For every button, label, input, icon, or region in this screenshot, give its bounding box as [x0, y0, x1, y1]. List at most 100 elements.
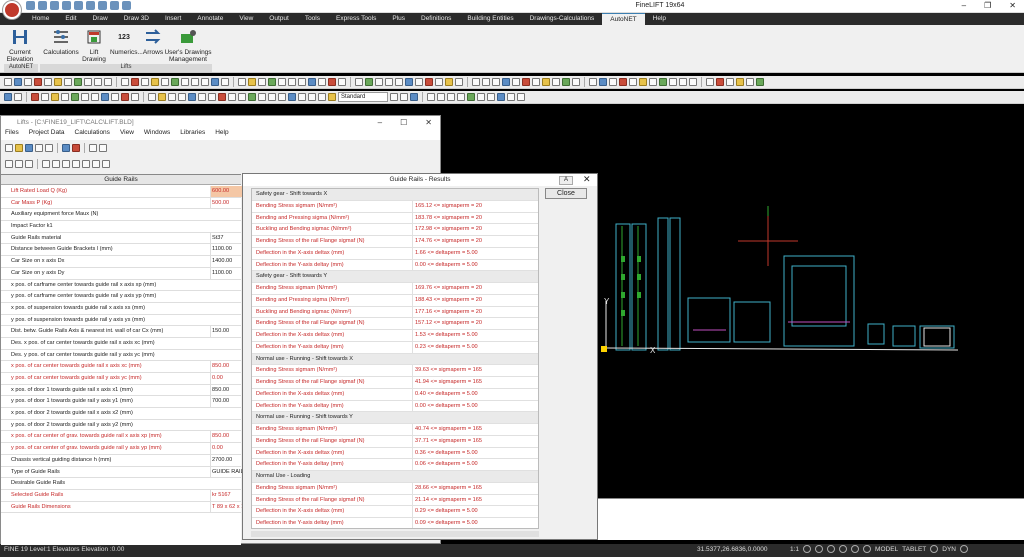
table-row[interactable]: Type of Guide Rails GUIDE RAILS	[1, 466, 242, 479]
dyn-toggle[interactable]: DYN	[942, 546, 956, 553]
offset-icon[interactable]	[238, 93, 246, 101]
table-row[interactable]: y pos. of car center towards guide rail …	[1, 373, 241, 385]
cad-tool-icon[interactable]	[211, 78, 219, 86]
row-value[interactable]: 700.00	[210, 396, 242, 408]
ribbon-tab[interactable]: Output	[261, 13, 297, 25]
cad-tool-icon[interactable]	[151, 78, 159, 86]
ribbon-tab[interactable]: Plus	[384, 13, 413, 25]
ribbon-tab[interactable]: Insert	[157, 13, 189, 25]
list-view-icon[interactable]	[15, 159, 23, 168]
table-row[interactable]: y pos. of car center of grav. towards gu…	[1, 443, 241, 455]
cad-tool-icon[interactable]	[121, 78, 129, 86]
table-view-icon[interactable]	[25, 159, 33, 168]
cad-tool-icon[interactable]	[689, 78, 697, 86]
cad-tool-icon[interactable]	[34, 78, 42, 86]
snap-icon[interactable]	[803, 545, 812, 553]
cad-tool-icon[interactable]	[502, 78, 510, 86]
tablet-toggle[interactable]: TABLET	[902, 546, 926, 553]
cad-tool-icon[interactable]	[54, 78, 62, 86]
ribbon-tab[interactable]: Draw	[85, 13, 116, 25]
row-value[interactable]: 1100.00	[210, 267, 242, 279]
array-icon[interactable]	[258, 93, 266, 101]
table-row[interactable]: Impact Factor k1	[1, 221, 241, 233]
render-icon[interactable]	[467, 93, 475, 101]
mirror-icon[interactable]	[248, 93, 256, 101]
cad-tool-icon[interactable]	[482, 78, 490, 86]
close-icon[interactable]: ✕	[583, 174, 591, 185]
table-row[interactable]: Selected Guide Rails kr 5167	[1, 489, 241, 502]
cad-tool-icon[interactable]	[609, 78, 617, 86]
misc-tool-icon[interactable]	[517, 93, 525, 101]
ribbon-tab[interactable]: Drawings-Calculations	[522, 13, 603, 25]
table-row[interactable]: x pos. of car center towards guide rail …	[1, 361, 241, 373]
arrows-button[interactable]: Arrows	[142, 27, 164, 56]
table-row[interactable]: Guide Rails material St37	[1, 232, 242, 245]
dimstyle-icon[interactable]	[390, 93, 398, 101]
text-style-select[interactable]: Standard	[338, 92, 388, 102]
leader-icon[interactable]	[158, 93, 166, 101]
table-row[interactable]: Chassis vertical guiding distance h (mm)…	[1, 454, 242, 467]
trim-icon[interactable]	[121, 93, 129, 101]
ribbon-tab[interactable]: Tools	[297, 13, 328, 25]
zoom-in-icon[interactable]	[42, 159, 50, 168]
cad-tool-icon[interactable]	[64, 78, 72, 86]
ribbon-tab[interactable]: View	[231, 13, 261, 25]
minimize-icon[interactable]: –	[962, 1, 966, 10]
dimension-icon[interactable]	[148, 93, 156, 101]
cad-tool-icon[interactable]	[94, 78, 102, 86]
pan-icon[interactable]	[82, 159, 90, 168]
cad-tool-icon[interactable]	[395, 78, 403, 86]
table-row[interactable]: x pos. of suspension towards guide rail …	[1, 303, 241, 315]
cad-tool-icon[interactable]	[589, 78, 597, 86]
ribbon-tab[interactable]: Draw 3D	[116, 13, 157, 25]
settings-icon[interactable]	[960, 545, 968, 553]
save-as-icon[interactable]	[62, 1, 71, 10]
ortho-icon[interactable]	[827, 545, 836, 553]
command-area[interactable]	[598, 498, 1024, 540]
row-value[interactable]: 2700.00	[210, 454, 242, 466]
explode-icon[interactable]	[228, 93, 236, 101]
zoom-out-icon[interactable]	[52, 159, 60, 168]
lifts-menu-item[interactable]: Windows	[144, 129, 170, 140]
restore-icon[interactable]: ❐	[984, 1, 991, 10]
zoom-window-icon[interactable]	[72, 159, 80, 168]
area-icon[interactable]	[208, 93, 216, 101]
users-drawings-management-button[interactable]: User's Drawings Management	[164, 27, 212, 63]
rotate-icon[interactable]	[101, 93, 109, 101]
view-side-icon[interactable]	[447, 93, 455, 101]
table-row[interactable]: y pos. of door 1 towards guide rail y ax…	[1, 396, 242, 409]
tablestyle-icon[interactable]	[400, 93, 408, 101]
text-icon[interactable]	[61, 93, 69, 101]
cad-tool-icon[interactable]	[278, 78, 286, 86]
lifts-menu-item[interactable]: Libraries	[180, 129, 205, 140]
open-icon[interactable]	[38, 1, 47, 10]
row-value[interactable]: St37	[210, 232, 242, 244]
cad-tool-icon[interactable]	[338, 78, 346, 86]
ribbon-tab[interactable]: Edit	[57, 13, 84, 25]
edit-icon[interactable]	[41, 93, 49, 101]
cad-tool-icon[interactable]	[659, 78, 667, 86]
calculate-icon[interactable]	[62, 143, 70, 152]
close-icon[interactable]: ✕	[1009, 1, 1016, 10]
cad-tool-icon[interactable]	[726, 78, 734, 86]
cad-tool-icon[interactable]	[679, 78, 687, 86]
orbit-icon[interactable]	[487, 93, 495, 101]
redo-icon[interactable]	[98, 1, 107, 10]
cad-tool-icon[interactable]	[365, 78, 373, 86]
cad-tool-icon[interactable]	[288, 78, 296, 86]
row-value[interactable]: GUIDE RAILS	[210, 466, 242, 478]
cad-tool-icon[interactable]	[258, 78, 266, 86]
save-icon[interactable]	[50, 1, 59, 10]
ribbon-tab[interactable]: AutoNET	[602, 13, 645, 25]
cad-tool-icon[interactable]	[191, 78, 199, 86]
fillet-icon[interactable]	[268, 93, 276, 101]
table-row[interactable]: y pos. of door 2 towards guide rail y ax…	[1, 420, 241, 432]
help-icon[interactable]	[122, 1, 131, 10]
table-row[interactable]: Des. x pos. of car center towards guide …	[1, 338, 241, 350]
cad-tool-icon[interactable]	[425, 78, 433, 86]
cad-tool-icon[interactable]	[532, 78, 540, 86]
zoom-fit-icon[interactable]	[62, 159, 70, 168]
table-row[interactable]: Car Mass P (Kg) 500.00	[1, 197, 241, 210]
cad-tool-icon[interactable]	[435, 78, 443, 86]
font-icon[interactable]	[102, 159, 110, 168]
